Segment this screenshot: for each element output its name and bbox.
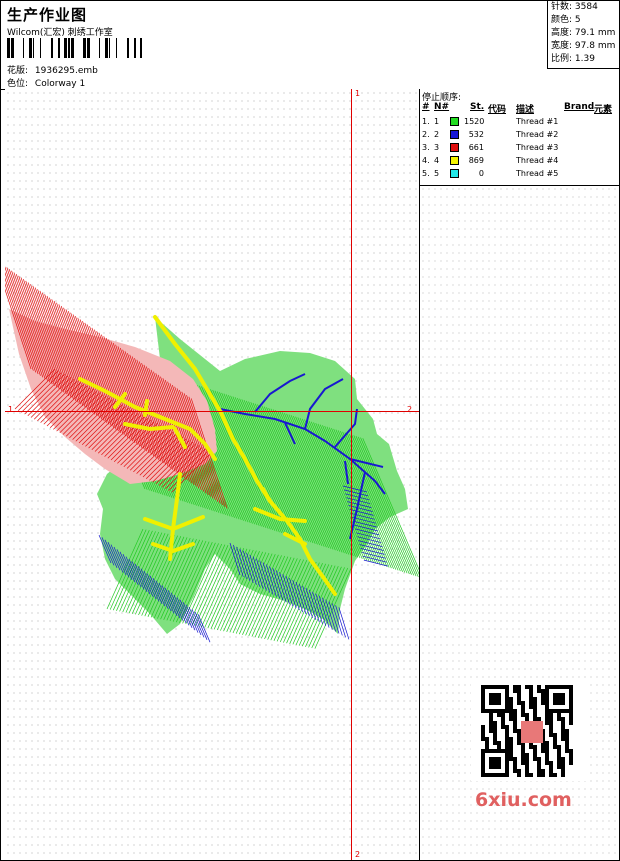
col-header-st: St. — [470, 102, 485, 112]
design-file-value: 1936295.emb — [34, 66, 98, 76]
stat-height: 高度: 79.1 mm — [551, 28, 616, 38]
thread-color-swatch — [450, 169, 459, 178]
production-sheet: 生产作业图 Wilcom(汇宏) 刺绣工作室 花版: 1936295.emb 色… — [0, 0, 620, 861]
stat-colors: 颜色: 5 — [551, 15, 581, 25]
thread-row: 5. 5 0 Thread #5 — [422, 169, 559, 178]
embroidery-design — [5, 266, 419, 649]
thread-color-swatch — [450, 130, 459, 139]
col-header-n: N# — [434, 102, 450, 112]
sheet-header: 生产作业图 Wilcom(汇宏) 刺绣工作室 花版: 1936295.emb 色… — [1, 1, 619, 90]
col-header-desc: 描述 — [516, 105, 535, 115]
barcode — [7, 38, 142, 58]
col-header-element: 元素 — [594, 105, 613, 115]
axis-label-left: 1 — [8, 405, 14, 414]
stat-scale: 比例: 1.39 — [551, 54, 595, 64]
design-preview: 1 2 1 2 — [5, 89, 419, 860]
axis-label-top: 1 — [355, 89, 361, 98]
design-file-line: 花版: 1936295.emb — [7, 63, 98, 76]
horizontal-axis-line — [5, 411, 419, 412]
colorway-line: 色位: Colorway 1 — [7, 76, 85, 89]
axis-label-bottom: 2 — [355, 850, 361, 859]
qr-code-image — [471, 681, 587, 781]
company-name: Wilcom(汇宏) 刺绣工作室 — [7, 28, 113, 38]
col-header-code: 代码 — [488, 105, 507, 115]
thread-color-swatch — [450, 143, 459, 152]
thread-color-swatch — [450, 156, 459, 165]
thread-row: 1. 1 1520 Thread #1 — [422, 117, 559, 126]
col-header-brand: Brand — [564, 102, 595, 112]
thread-row: 4. 4 869 Thread #4 — [422, 156, 559, 165]
axis-label-right: 2 — [407, 405, 413, 414]
thread-color-swatch — [450, 117, 459, 126]
colorway-label: 色位: — [7, 79, 29, 89]
thread-stop-sequence: 停止顺序: # N# St. 代码 描述 Brand 元素 1. 1 1520 Th… — [420, 89, 619, 186]
vertical-axis-line — [351, 89, 352, 860]
thread-row: 3. 3 661 Thread #3 — [422, 143, 559, 152]
colorway-value: Colorway 1 — [34, 79, 86, 89]
thread-row: 2. 2 532 Thread #2 — [422, 130, 559, 139]
sheet-title: 生产作业图 — [7, 6, 88, 24]
stat-width: 宽度: 97.8 mm — [551, 41, 616, 51]
stitch-stats: 针数: 3584 颜色: 5 高度: 79.1 mm 宽度: 97.8 mm 比… — [547, 1, 619, 69]
stat-stitches: 针数: 3584 — [551, 2, 598, 12]
watermark-logo: 6xiu.com — [475, 789, 572, 811]
col-header-num: # — [422, 102, 430, 112]
design-file-label: 花版: — [7, 66, 29, 76]
